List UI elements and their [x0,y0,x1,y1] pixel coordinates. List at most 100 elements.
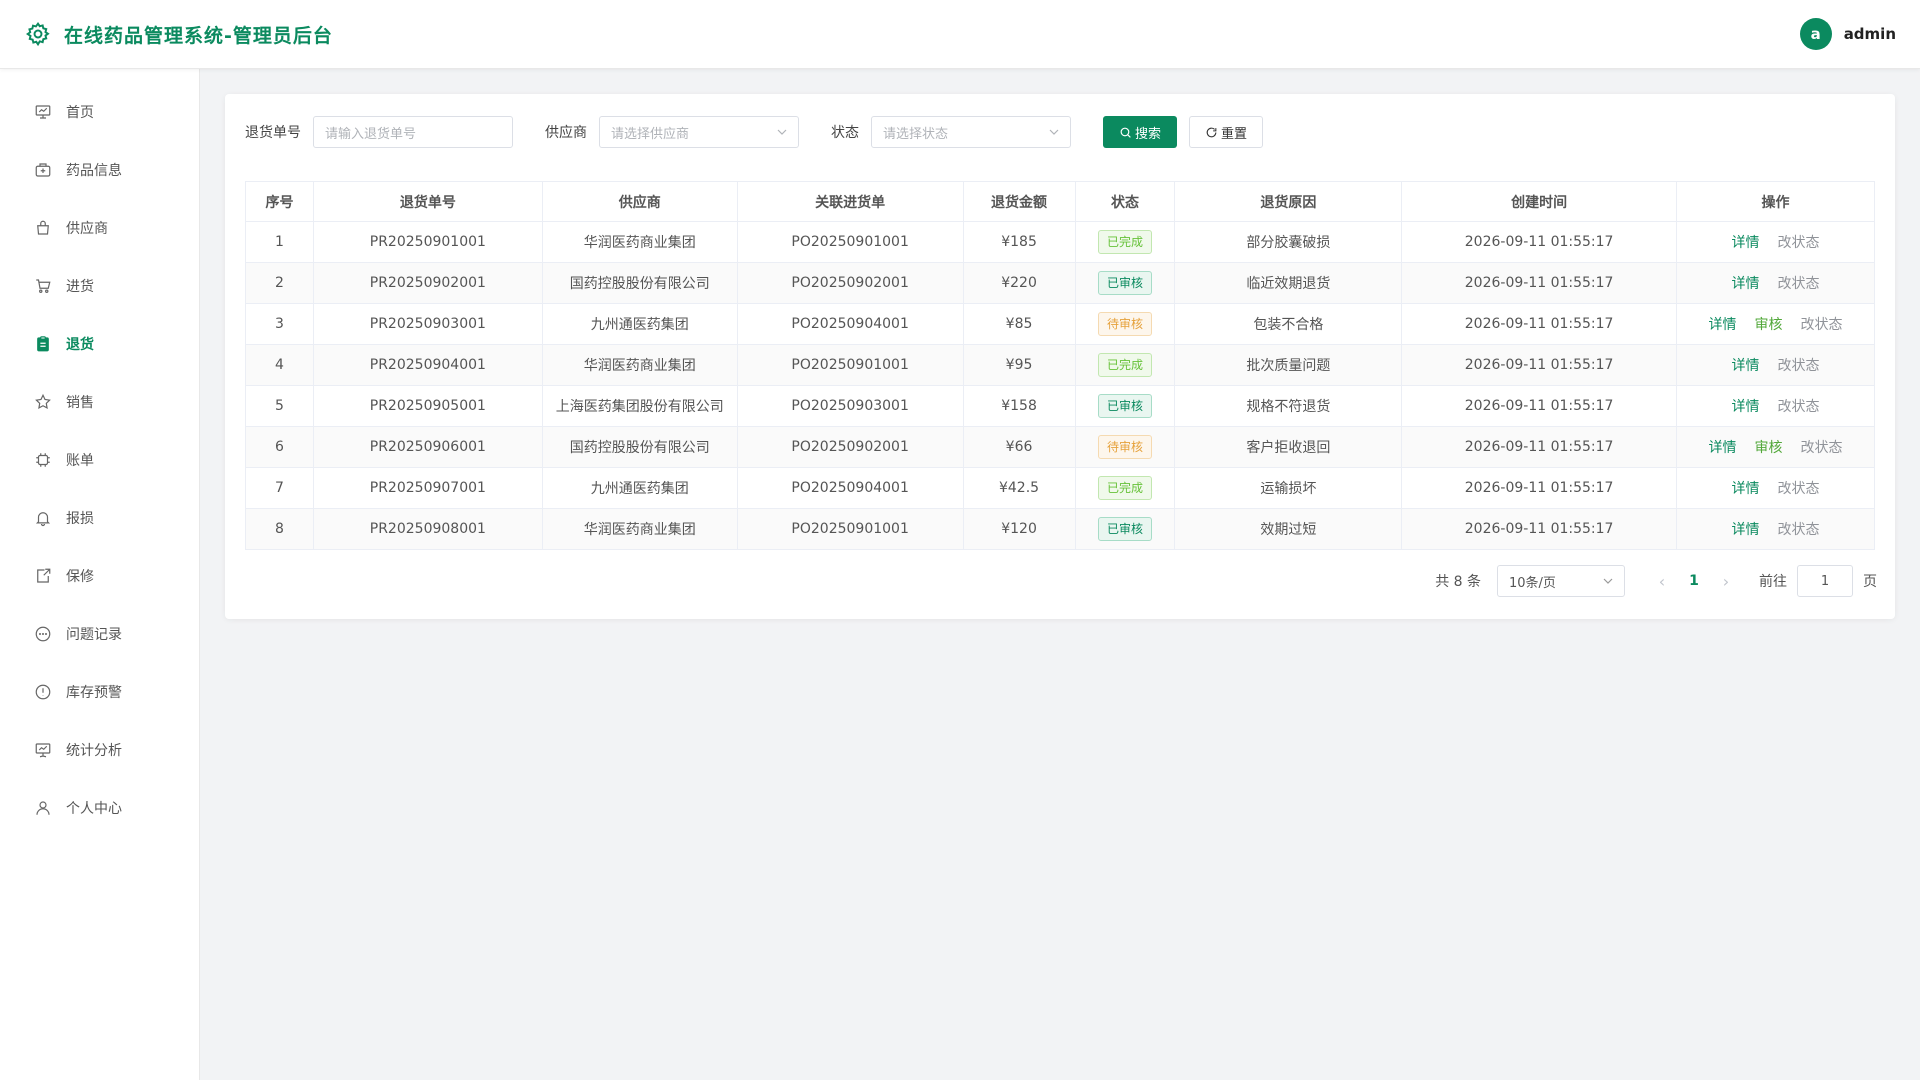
sidebar-item-home[interactable]: 首页 [0,83,199,141]
sidebar-item-label: 库存预警 [66,685,122,701]
detail-link[interactable]: 详情 [1732,273,1760,293]
audit-link[interactable]: 审核 [1755,437,1783,457]
page-size-value: 10条/页 [1509,575,1556,591]
app-title: 在线药品管理系统-管理员后台 [64,24,333,47]
status-badge: 待审核 [1097,435,1152,459]
reset-button[interactable]: 重置 [1189,116,1263,148]
table-row: 1 PR20250901001 华润医药商业集团 PO20250901001 ¥185 已… [245,221,1875,263]
detail-link[interactable]: 详情 [1709,437,1737,457]
sidebar-item-loss[interactable]: 报损 [0,489,199,547]
cell-reason: 包装不合格 [1174,303,1403,345]
row-actions: 详情 审核 改状态 [1709,314,1843,334]
cell-return-no: PR20250901001 [312,221,543,263]
next-page-button[interactable]: › [1711,572,1741,591]
detail-link[interactable]: 详情 [1732,396,1760,416]
row-actions: 详情 改状态 [1732,519,1820,539]
search-icon [1120,127,1131,138]
sidebar-item-supplier[interactable]: 供应商 [0,199,199,257]
status-select[interactable]: 请选择状态 [871,116,1071,148]
table-row: 2 PR20250902001 国药控股股份有限公司 PO20250902001 ¥22… [245,262,1875,304]
col-return-no[interactable]: 退货单号 [312,181,543,222]
supplier-select[interactable]: 请选择供应商 [599,116,799,148]
cell-index: 2 [245,262,314,304]
sidebar-item-label: 首页 [66,105,94,121]
cell-created: 2026-09-11 01:55:17 [1401,426,1678,468]
change-status-link[interactable]: 改状态 [1778,273,1820,293]
sidebar-item-medicine[interactable]: 药品信息 [0,141,199,199]
user-menu[interactable]: a admin [1799,18,1896,50]
sidebar-item-return[interactable]: 退货 [0,315,199,373]
col-purchase-no[interactable]: 关联进货单 [736,181,964,222]
cell-status: 已审核 [1074,508,1176,550]
sidebar-item-sales[interactable]: 销售 [0,373,199,431]
change-status-link[interactable]: 改状态 [1778,519,1820,539]
avatar[interactable]: a [1799,18,1832,50]
status-placeholder: 请选择状态 [883,126,949,142]
audit-link[interactable]: 审核 [1755,314,1783,334]
sidebar-item-statistics[interactable]: 统计分析 [0,721,199,779]
goto-label: 前往 [1759,574,1787,590]
detail-link[interactable]: 详情 [1732,519,1760,539]
col-reason[interactable]: 退货原因 [1174,181,1403,222]
clipboard-icon [37,336,49,352]
status-badge: 已完成 [1097,230,1152,254]
page-size-select[interactable]: 10条/页 [1497,565,1625,597]
cell-supplier: 九州通医药集团 [541,467,738,509]
detail-link[interactable]: 详情 [1732,478,1760,498]
cell-return-no: PR20250907001 [312,467,543,509]
change-status-link[interactable]: 改状态 [1801,437,1843,457]
col-index[interactable]: 序号 [245,181,314,222]
row-actions: 详情 改状态 [1732,273,1820,293]
change-status-link[interactable]: 改状态 [1778,232,1820,252]
col-created[interactable]: 创建时间 [1401,181,1678,222]
top-header: 在线药品管理系统-管理员后台 a admin [0,0,1920,69]
cell-actions: 详情 改状态 [1676,221,1875,263]
cell-amount: ¥42.5 [962,467,1076,509]
change-status-link[interactable]: 改状态 [1778,396,1820,416]
status-badge: 已完成 [1097,353,1152,377]
username[interactable]: admin [1844,25,1896,43]
cell-index: 6 [245,426,314,468]
col-supplier[interactable]: 供应商 [541,181,738,222]
change-status-link[interactable]: 改状态 [1778,478,1820,498]
cell-status: 已审核 [1074,385,1176,427]
sidebar-item-purchase[interactable]: 进货 [0,257,199,315]
filter-bar: 退货单号 请输入退货单号 供应商 请选择供应商 状态 请选择状态 搜索 重置 [245,116,1263,148]
prev-page-button[interactable]: ‹ [1647,572,1677,591]
row-actions: 详情 改状态 [1732,232,1820,252]
sidebar-item-profile[interactable]: 个人中心 [0,779,199,837]
goto-page-input[interactable]: 1 [1797,565,1853,597]
detail-link[interactable]: 详情 [1732,355,1760,375]
table-row: 5 PR20250905001 上海医药集团股份有限公司 PO20250903001 ¥… [245,385,1875,427]
sidebar-item-bill[interactable]: 账单 [0,431,199,489]
gear-icon [24,20,52,48]
page-number-current[interactable]: 1 [1677,573,1711,589]
page-suffix: 页 [1863,574,1877,590]
search-button[interactable]: 搜索 [1103,116,1177,148]
status-badge: 已完成 [1097,476,1152,500]
detail-link[interactable]: 详情 [1732,232,1760,252]
cell-actions: 详情 改状态 [1676,467,1875,509]
sidebar-item-issues[interactable]: 问题记录 [0,605,199,663]
cell-reason: 批次质量问题 [1174,344,1403,386]
col-amount[interactable]: 退货金额 [962,181,1076,222]
cell-created: 2026-09-11 01:55:17 [1401,262,1678,304]
cell-status: 已完成 [1074,221,1176,263]
cell-purchase-no: PO20250902001 [736,426,964,468]
col-actions: 操作 [1676,181,1875,222]
change-status-link[interactable]: 改状态 [1801,314,1843,334]
status-badge: 已审核 [1097,394,1152,418]
sidebar-item-warranty[interactable]: 保修 [0,547,199,605]
cell-reason: 客户拒收退回 [1174,426,1403,468]
sidebar-item-stock-warning[interactable]: 库存预警 [0,663,199,721]
sidebar-item-label: 个人中心 [66,801,122,817]
bag-icon [37,220,49,235]
col-status[interactable]: 状态 [1074,181,1176,222]
detail-link[interactable]: 详情 [1709,314,1737,334]
change-status-link[interactable]: 改状态 [1778,355,1820,375]
cell-supplier: 九州通医药集团 [541,303,738,345]
return-no-input[interactable]: 请输入退货单号 [313,116,513,148]
cell-return-no: PR20250904001 [312,344,543,386]
cell-index: 5 [245,385,314,427]
return-list-card: 退货单号 请输入退货单号 供应商 请选择供应商 状态 请选择状态 搜索 重置 序 [225,94,1895,619]
